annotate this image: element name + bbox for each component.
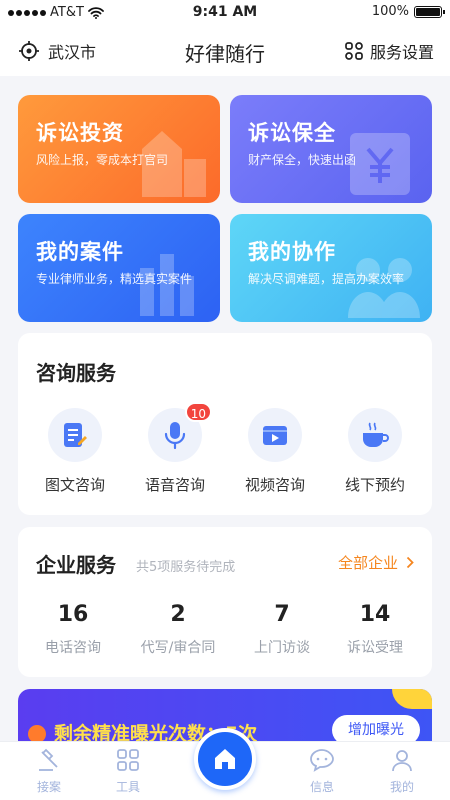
my-collaboration-card[interactable]: 我的协作 解决尽调难题，提高办案效率 — [230, 214, 432, 322]
tab-label: 信息 — [309, 780, 334, 794]
unread-badge: 10 — [184, 402, 212, 422]
stat-value: 7 — [274, 602, 290, 627]
section-title: 企业服务 — [36, 553, 116, 577]
banner-decoration — [392, 689, 432, 709]
battery-status: 100% — [371, 4, 445, 19]
icon-circle — [248, 408, 302, 462]
offline-appointment-item[interactable]: 线下预约 — [325, 408, 425, 495]
stat-value: 14 — [359, 602, 391, 627]
tab-label: 我的 — [389, 780, 414, 794]
card-title: 我的案件 — [36, 240, 124, 264]
tab-messages[interactable]: 信息 — [287, 748, 357, 795]
consult-services-panel: 咨询服务 图文咨询 10 语音咨询 视频咨询 线下预约 — [18, 333, 432, 515]
bar-chart-icon — [140, 254, 194, 316]
item-label: 语音咨询 — [144, 476, 205, 494]
link-label: 全部企业 — [337, 554, 398, 572]
stat-phone-consult[interactable]: 16 电话咨询 — [23, 602, 123, 657]
chat-icon — [310, 749, 334, 772]
litigation-investment-card[interactable]: 诉讼投资 风险上报，零成本打官司 — [18, 95, 220, 203]
document-edit-icon — [64, 423, 87, 447]
chevron-right-icon — [406, 556, 414, 569]
nav-bar: 武汉市 好律随行 服务设置 — [0, 26, 450, 76]
stat-onsite-interview[interactable]: 7 上门访谈 — [232, 602, 332, 657]
video-consult-item[interactable]: 视频咨询 — [225, 408, 325, 495]
card-title: 诉讼保全 — [248, 121, 336, 145]
stat-label: 代写/审合同 — [140, 640, 216, 656]
stat-litigation-accepted[interactable]: 14 诉讼受理 — [325, 602, 425, 657]
item-label: 视频咨询 — [244, 476, 305, 494]
video-icon — [263, 426, 287, 445]
service-settings-label: 服务设置 — [369, 43, 434, 62]
icon-circle: 10 — [148, 402, 212, 462]
tab-tools[interactable]: 工具 — [93, 748, 163, 795]
card-subtitle: 财产保全，快速出函 — [248, 153, 357, 167]
building-icon — [142, 131, 206, 197]
tab-label: 工具 — [115, 780, 140, 794]
gavel-icon — [39, 748, 58, 771]
section-title: 咨询服务 — [36, 361, 116, 385]
service-grid-icon — [345, 42, 363, 60]
yuan-document-icon — [350, 133, 410, 195]
voice-consult-item[interactable]: 10 语音咨询 — [125, 402, 225, 495]
people-icon — [348, 258, 420, 318]
card-title: 诉讼投资 — [36, 121, 124, 145]
tab-home[interactable] — [194, 728, 256, 790]
icon-circle — [348, 408, 402, 462]
stat-value: 16 — [57, 602, 89, 627]
service-settings-button[interactable]: 服务设置 — [344, 39, 434, 63]
coffee-cup-icon — [363, 422, 389, 447]
pending-count-text: 共5项服务待完成 — [136, 560, 236, 575]
user-icon — [392, 750, 412, 772]
stat-contract-review[interactable]: 2 代写/审合同 — [128, 602, 228, 657]
stat-value: 2 — [170, 602, 186, 627]
status-bar: AT&T 9:41 AM 100% — [0, 0, 450, 26]
item-label: 线下预约 — [344, 476, 405, 494]
grid-icon — [117, 749, 139, 771]
battery-percent: 100% — [371, 4, 409, 19]
enterprise-services-panel: 企业服务 共5项服务待完成 全部企业 16 电话咨询 2 代写/审合同 7 上门… — [18, 527, 432, 677]
all-enterprises-link[interactable]: 全部企业 — [338, 552, 414, 573]
stat-label: 诉讼受理 — [347, 640, 403, 656]
stat-label: 电话咨询 — [45, 640, 101, 656]
battery-icon — [414, 5, 445, 18]
tab-label: 接案 — [36, 780, 61, 794]
icon-circle — [48, 408, 102, 462]
tab-cases[interactable]: 接案 — [14, 748, 84, 795]
card-title: 我的协作 — [248, 240, 336, 264]
home-icon — [215, 749, 235, 769]
text-consult-item[interactable]: 图文咨询 — [25, 408, 125, 495]
item-label: 图文咨询 — [44, 476, 105, 494]
microphone-icon — [164, 422, 186, 450]
litigation-preservation-card[interactable]: 诉讼保全 财产保全，快速出函 — [230, 95, 432, 203]
tab-profile[interactable]: 我的 — [367, 748, 437, 795]
stat-label: 上门访谈 — [254, 640, 310, 656]
my-cases-card[interactable]: 我的案件 专业律师业务，精选真实案件 — [18, 214, 220, 322]
